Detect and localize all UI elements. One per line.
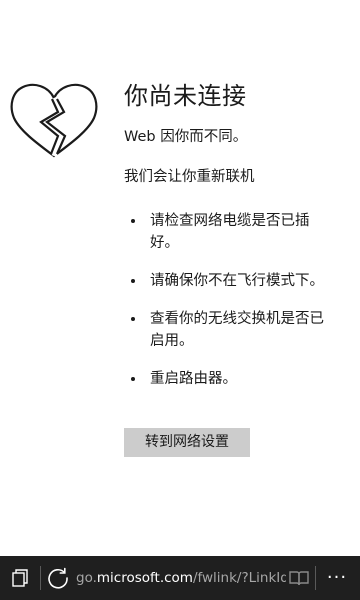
- tip-restart-router: 重启路由器。: [128, 368, 333, 390]
- tabs-icon[interactable]: [4, 562, 36, 594]
- troubleshooting-list: 请检查网络电缆是否已插好。 请确保你不在飞行模式下。 查看你的无线交换机是否已启…: [128, 210, 333, 406]
- url-field[interactable]: go.microsoft.com/fwlink/?LinkId=5: [76, 568, 286, 588]
- reconnect-text: 我们会让你重新联机: [124, 169, 255, 185]
- reading-view-icon[interactable]: [288, 566, 310, 590]
- error-page: 你尚未连接 Web 因你而不同。 我们会让你重新联机 请检查网络电缆是否已插好。…: [0, 0, 360, 556]
- more-icon[interactable]: ···: [320, 564, 354, 592]
- url-path: /fwlink/?LinkId=5: [192, 570, 286, 586]
- divider: [40, 566, 41, 590]
- url-domain: microsoft.com: [96, 570, 193, 586]
- page-title: 你尚未连接: [124, 82, 247, 110]
- page-subtitle: Web 因你而不同。: [124, 129, 248, 145]
- divider: [315, 566, 316, 590]
- broken-heart-icon: [10, 83, 98, 158]
- tip-wireless-switch: 查看你的无线交换机是否已启用。: [128, 308, 333, 352]
- browser-address-bar: go.microsoft.com/fwlink/?LinkId=5 ···: [0, 556, 360, 600]
- url-prefix: go.: [76, 570, 97, 586]
- tip-airplane-mode: 请确保你不在飞行模式下。: [128, 270, 333, 292]
- tip-check-cable: 请检查网络电缆是否已插好。: [128, 210, 333, 254]
- refresh-icon[interactable]: [44, 564, 72, 592]
- network-settings-button[interactable]: 转到网络设置: [124, 428, 250, 457]
